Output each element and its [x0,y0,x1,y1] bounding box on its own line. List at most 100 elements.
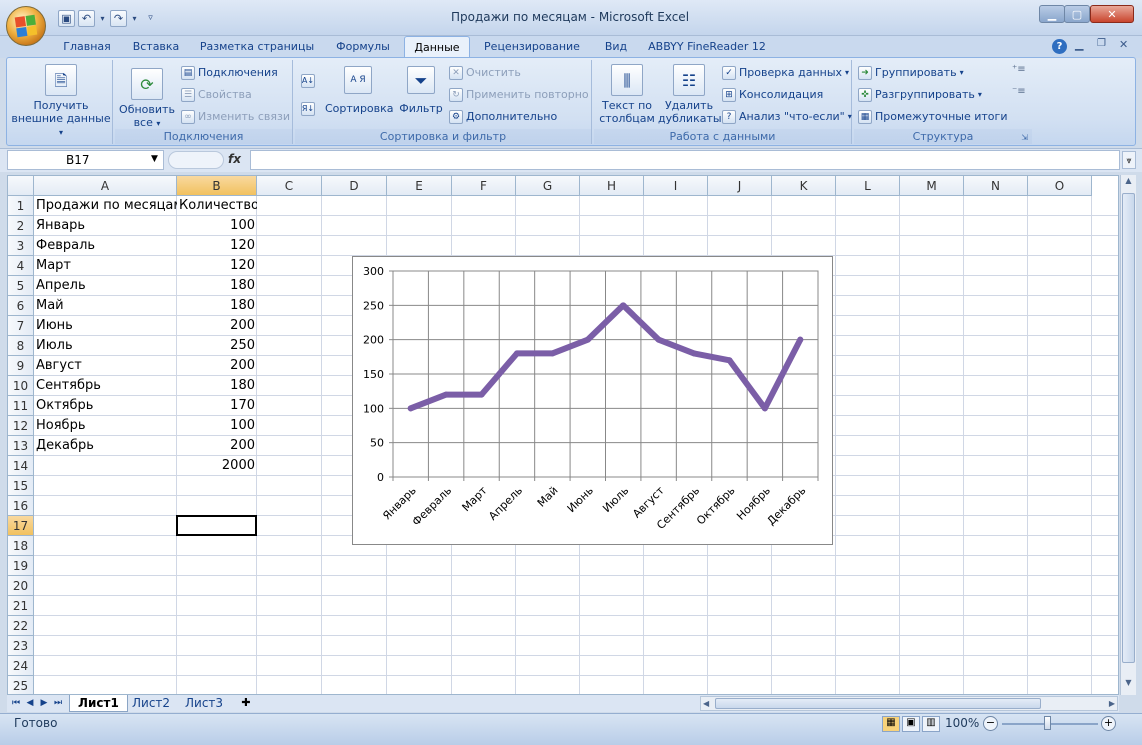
cell-b3[interactable]: 120 [177,236,257,256]
row-header-4[interactable]: 4 [8,256,34,276]
sheet-tab-3[interactable]: Лист3 [177,695,231,712]
subtotal-button[interactable]: ▦ Промежуточные итоги [858,108,1007,126]
get-external-data-button[interactable]: 🗎 Получить внешние данные ▾ [11,64,111,139]
cell-a1[interactable]: Продажи по месяцам [34,196,177,216]
row-header-25[interactable]: 25 [8,676,34,694]
column-header-f[interactable]: F [452,176,516,196]
row-header-21[interactable]: 21 [8,596,34,616]
row-header-17[interactable]: 17 [8,516,34,536]
zoom-in-icon[interactable]: + [1101,716,1116,731]
undo-dropdown-icon[interactable]: ▾ [98,10,107,27]
cell-b14[interactable]: 2000 [177,456,257,476]
cell-a5[interactable]: Апрель [34,276,177,296]
connections-button[interactable]: ▤ Подключения [181,64,278,82]
cell-a13[interactable]: Декабрь [34,436,177,456]
tab-page-layout[interactable]: Разметка страницы [192,36,322,58]
row-header-13[interactable]: 13 [8,436,34,456]
cell-b7[interactable]: 200 [177,316,257,336]
row-header-9[interactable]: 9 [8,356,34,376]
consolidate-button[interactable]: ⊞ Консолидация [722,86,823,104]
column-header-l[interactable]: L [836,176,900,196]
page-break-view-icon[interactable]: ▥ [922,716,940,732]
row-header-15[interactable]: 15 [8,476,34,496]
horizontal-scroll-thumb[interactable] [715,698,1041,709]
zoom-slider-thumb[interactable] [1044,716,1051,730]
scroll-left-icon[interactable]: ◀ [703,697,709,710]
zoom-out-icon[interactable]: − [983,716,998,731]
tab-data[interactable]: Данные [404,36,470,58]
row-header-10[interactable]: 10 [8,376,34,396]
sort-z-a-button[interactable]: Я↓ [301,100,315,118]
column-header-k[interactable]: K [772,176,836,196]
office-button[interactable] [6,6,46,46]
prev-sheet-icon[interactable]: ◀ [24,697,36,710]
tab-home[interactable]: Главная [54,36,120,58]
undo-icon[interactable]: ↶ [78,9,95,27]
customize-icon[interactable]: ▿ [142,10,159,27]
row-header-6[interactable]: 6 [8,296,34,316]
filter-button[interactable]: ⏷ Фильтр [397,66,445,115]
row-header-7[interactable]: 7 [8,316,34,336]
cell-a10[interactable]: Сентябрь [34,376,177,396]
column-header-h[interactable]: H [580,176,644,196]
redo-dropdown-icon[interactable]: ▾ [130,10,139,27]
cell-b11[interactable]: 170 [177,396,257,416]
tab-formulas[interactable]: Формулы [326,36,400,58]
cell-b9[interactable]: 200 [177,356,257,376]
ribbon-minimize-icon[interactable]: ▁ [1075,38,1083,51]
zoom-level[interactable]: 100% [945,716,979,730]
tab-review[interactable]: Рецензирование [476,36,588,58]
ribbon-close-icon[interactable]: ✕ [1119,38,1128,51]
cell-b10[interactable]: 180 [177,376,257,396]
row-header-11[interactable]: 11 [8,396,34,416]
scroll-right-icon[interactable]: ▶ [1109,697,1115,710]
sort-button[interactable]: А Я Сортировка [325,66,394,115]
cell-b8[interactable]: 250 [177,336,257,356]
text-to-columns-button[interactable]: ⫼ Текст по столбцам [596,64,658,125]
name-box-dropdown-icon[interactable]: ▼ [151,154,158,164]
row-header-8[interactable]: 8 [8,336,34,356]
close-icon[interactable]: ✕ [1090,5,1134,23]
cell-a11[interactable]: Октябрь [34,396,177,416]
cell-b13[interactable]: 200 [177,436,257,456]
cell-a3[interactable]: Февраль [34,236,177,256]
tab-abbyy[interactable]: ABBYY FineReader 12 [644,36,770,58]
column-header-g[interactable]: G [516,176,580,196]
cell-b6[interactable]: 180 [177,296,257,316]
maximize-icon[interactable]: ▢ [1064,5,1090,23]
help-icon[interactable]: ? [1052,39,1067,54]
show-detail-icon[interactable]: ⁺≡ [1012,64,1026,75]
refresh-all-button[interactable]: ⟳ Обновить все ▾ [117,68,177,130]
column-header-e[interactable]: E [387,176,452,196]
sort-a-z-button[interactable]: А↓ [301,72,315,90]
cell-b1[interactable]: Количество [177,196,257,216]
cell-b5[interactable]: 180 [177,276,257,296]
cell-a6[interactable]: Май [34,296,177,316]
column-header-m[interactable]: M [900,176,964,196]
cell-a12[interactable]: Ноябрь [34,416,177,436]
expand-formula-bar-icon[interactable]: ⩔ [1122,151,1136,169]
column-header-j[interactable]: J [708,176,772,196]
row-header-23[interactable]: 23 [8,636,34,656]
edit-links-button[interactable]: ∞ Изменить связи [181,108,290,126]
cell-b2[interactable]: 100 [177,216,257,236]
cell-a9[interactable]: Август [34,356,177,376]
page-layout-view-icon[interactable]: ▣ [902,716,920,732]
row-header-22[interactable]: 22 [8,616,34,636]
row-header-14[interactable]: 14 [8,456,34,476]
column-header-a[interactable]: A [34,176,177,196]
vertical-scroll-thumb[interactable] [1122,193,1135,663]
column-header-n[interactable]: N [964,176,1028,196]
row-header-5[interactable]: 5 [8,276,34,296]
cell-b4[interactable]: 120 [177,256,257,276]
minimize-icon[interactable]: ▁ [1039,5,1065,23]
ungroup-button[interactable]: ✜ Разгруппировать ▾ [858,86,982,104]
last-sheet-icon[interactable]: ⏭ [52,697,64,710]
what-if-button[interactable]: ? Анализ "что-если" ▾ [722,108,852,126]
line-chart[interactable]: 0 50 100 150 200 250 300 Январь Февраль Март Апрел… [352,256,833,545]
remove-duplicates-button[interactable]: ☷ Удалить дубликаты [658,64,722,125]
column-header-d[interactable]: D [322,176,387,196]
reapply-button[interactable]: ↻ Применить повторно [449,86,589,104]
tab-view[interactable]: Вид [594,36,638,58]
sheet-tab-1[interactable]: Лист1 [69,695,128,712]
